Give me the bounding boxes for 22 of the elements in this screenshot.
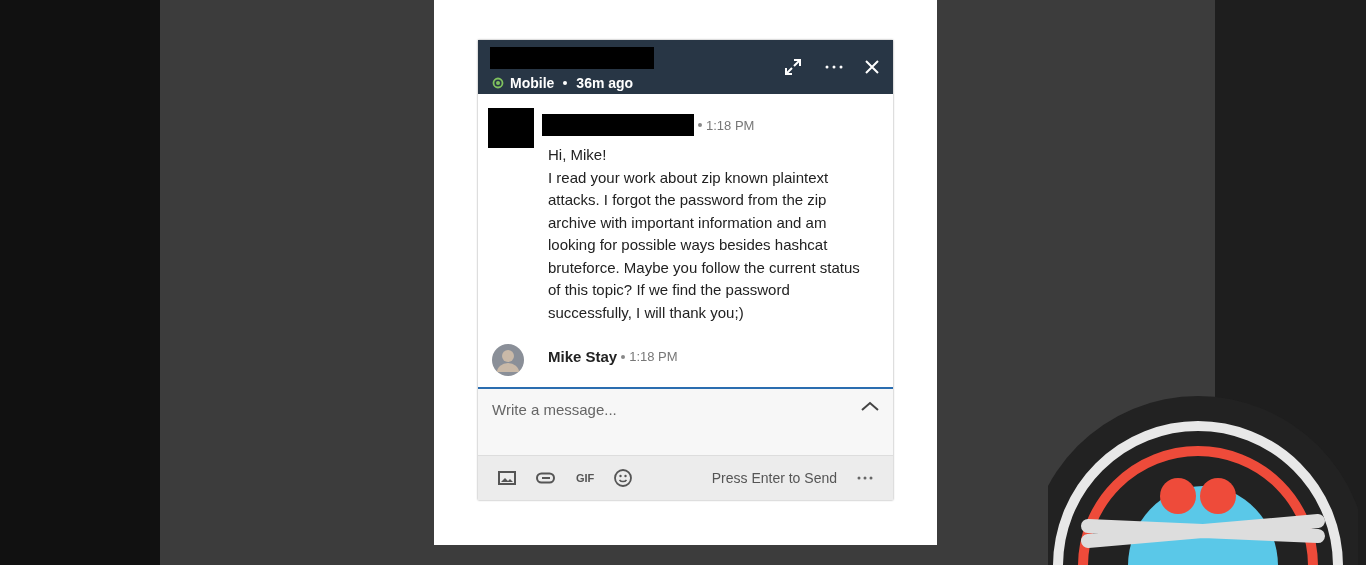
expand-icon[interactable] [783,57,803,77]
redacted-block [488,108,534,148]
send-hint: Press Enter to Send [711,470,837,486]
chevron-up-icon[interactable] [861,401,879,411]
online-status-icon [492,77,504,89]
smiley-icon[interactable] [614,469,633,487]
dot-separator-icon [621,354,626,359]
message-time: 1:18 PM [629,349,678,364]
paperclip-icon[interactable] [536,472,556,484]
close-icon[interactable] [865,60,879,74]
message-time: 1:18 PM [706,117,755,133]
more-icon[interactable] [825,65,843,69]
dot-separator-icon [698,123,702,127]
gif-button[interactable]: GIF [576,472,595,484]
avatar-icon [492,344,524,376]
message-text: Hi, Mike! [548,145,608,165]
presence-label: Mobile [510,75,555,91]
last-seen-label: 36m ago [576,75,634,91]
sender-name: Mike Stay [548,348,618,365]
dot-separator-icon [563,81,568,85]
image-icon[interactable] [498,471,516,485]
message-text: I read your work about zip known plaintext attacks. I forgot the password from the zip archive with important information and am looking for possible ways besides hashcat bruteforce. Maybe you follow the current status of this topic? If we find the password successfully, I will thank you;) [548,167,861,323]
